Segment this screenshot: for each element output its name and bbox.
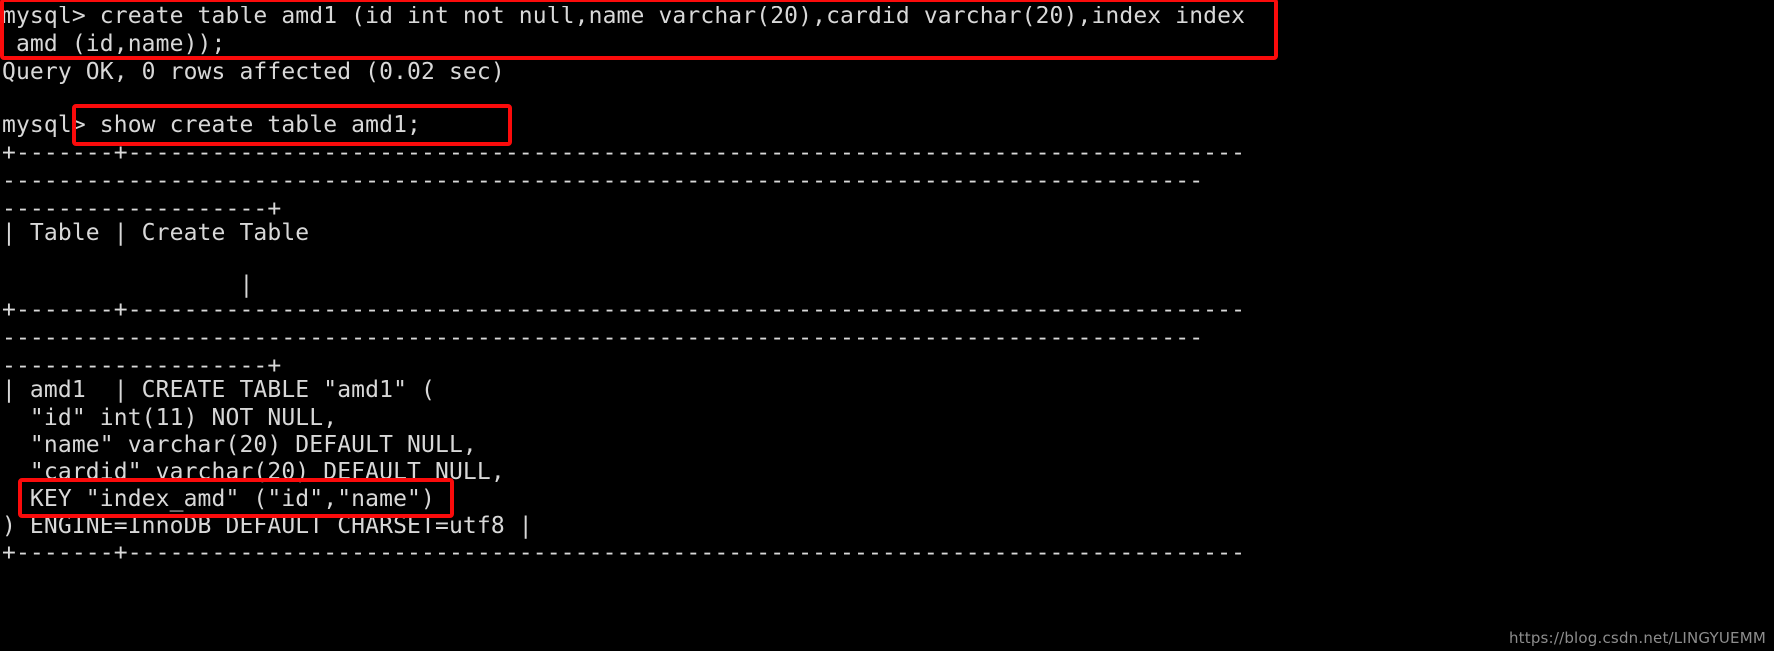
terminal-line: ----------------------------------------… xyxy=(2,168,1204,194)
terminal-line: KEY "index_amd" ("id","name") xyxy=(2,486,435,512)
terminal-output-area[interactable]: mysql> create table amd1 (id int not nul… xyxy=(0,0,1774,651)
terminal-line: | xyxy=(2,272,254,298)
terminal-line: amd (id,name)); xyxy=(2,31,226,57)
terminal-screenshot: mysql> create table amd1 (id int not nul… xyxy=(0,0,1774,651)
terminal-line: Query OK, 0 rows affected (0.02 sec) xyxy=(2,59,505,85)
csdn-watermark: https://blog.csdn.net/LINGYUEMM xyxy=(1508,629,1766,647)
terminal-line: ) ENGINE=InnoDB DEFAULT CHARSET=utf8 | xyxy=(2,513,533,539)
terminal-line: +-------+-------------------------------… xyxy=(2,297,1246,323)
terminal-line: ----------------------------------------… xyxy=(2,325,1204,351)
terminal-line: "cardid" varchar(20) DEFAULT NULL, xyxy=(2,459,505,485)
terminal-line: | Table | Create Table xyxy=(2,220,310,246)
terminal-line: | amd1 | CREATE TABLE "amd1" ( xyxy=(2,377,435,403)
terminal-line: mysql> create table amd1 (id int not nul… xyxy=(2,3,1246,29)
terminal-line: "id" int(11) NOT NULL, xyxy=(2,405,338,431)
terminal-line: mysql> show create table amd1; xyxy=(2,112,422,138)
terminal-line: +-------+-------------------------------… xyxy=(2,540,1246,566)
terminal-line: +-------+-------------------------------… xyxy=(2,140,1246,166)
terminal-line: "name" varchar(20) DEFAULT NULL, xyxy=(2,432,477,458)
